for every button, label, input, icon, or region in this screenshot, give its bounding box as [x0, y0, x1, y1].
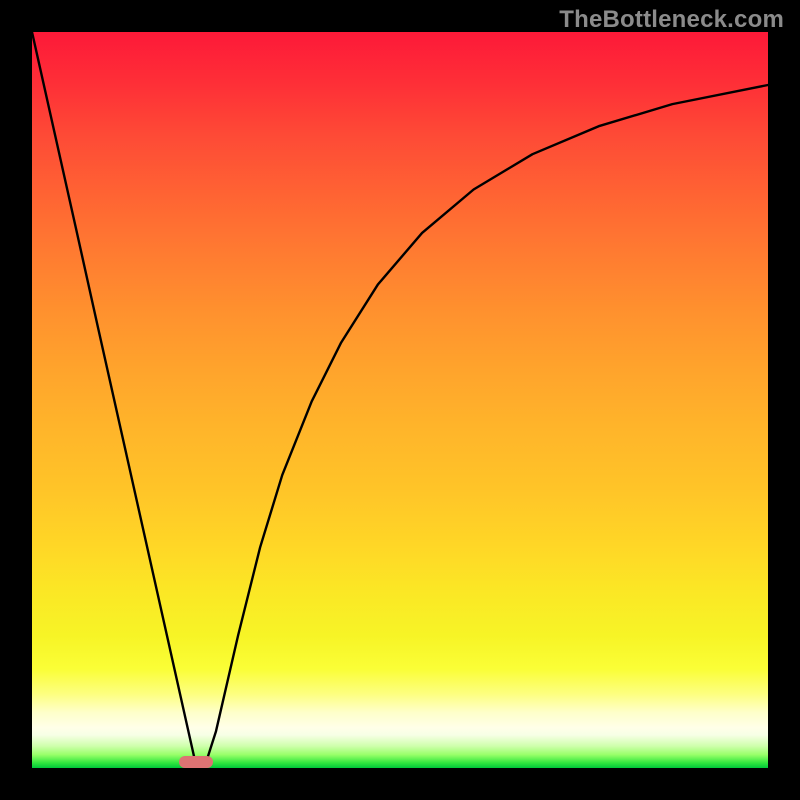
- optimal-marker: [179, 756, 214, 768]
- chart-plot-area: [32, 32, 768, 768]
- watermark-text: TheBottleneck.com: [559, 6, 784, 34]
- bottleneck-curve: [32, 32, 768, 768]
